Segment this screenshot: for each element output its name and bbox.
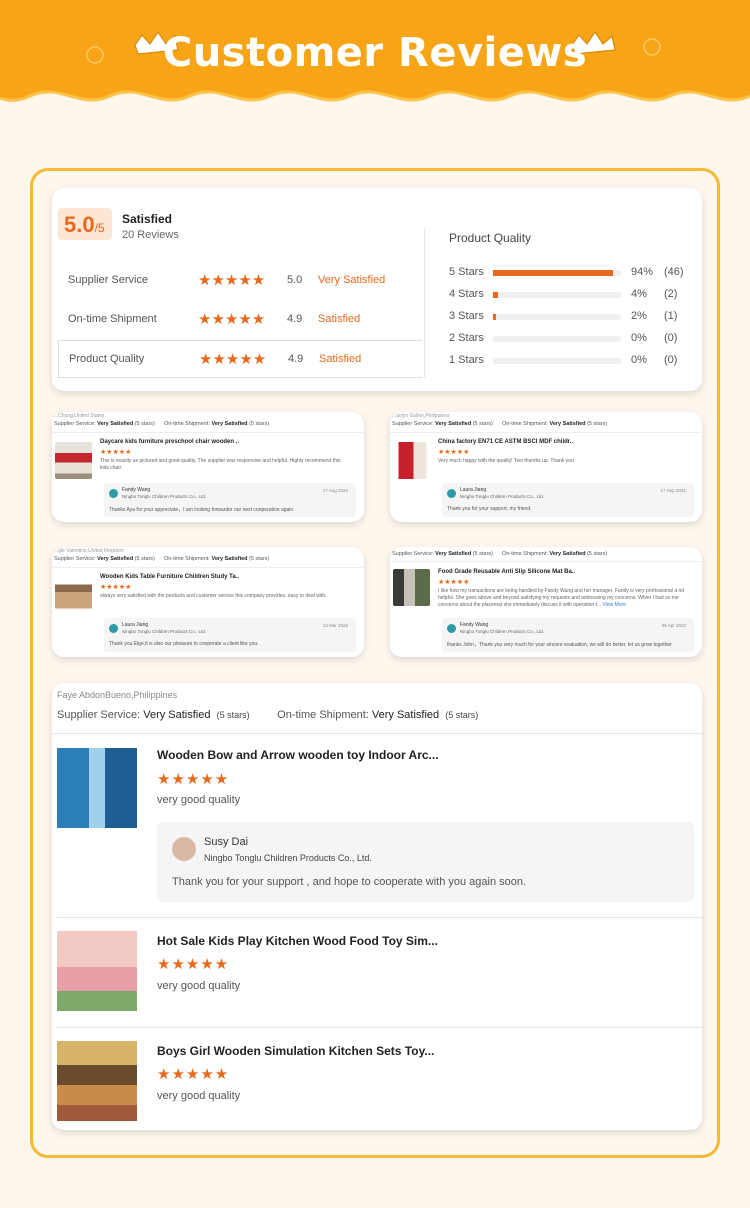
- review-text: always very satisfied with the products …: [100, 593, 327, 599]
- service-ratings: Supplier Service: Very Satisfied (5 star…: [57, 709, 479, 721]
- star-rating-icons: ★★★★★: [100, 584, 132, 591]
- star-rating-icons: ★★★★★: [198, 272, 266, 289]
- product-title[interactable]: Hot Sale Kids Play Kitchen Wood Food Toy…: [157, 934, 438, 948]
- supplier-reply: Fandy Wang Ningbo Tonglu Children Produc…: [442, 618, 694, 652]
- review-text: I like how my transactions are being han…: [438, 588, 685, 608]
- supplier-reply: Fandy Wang Ningbo Tonglu Children Produc…: [104, 483, 356, 517]
- star-rating-icons: ★★★★★: [100, 449, 132, 456]
- review-card: ...gle Valentine,United Kingdom Supplier…: [52, 547, 364, 657]
- star-distribution-row: 3 Stars 2% (1): [449, 308, 689, 326]
- product-title[interactable]: Food Grade Reusable Anti Slip Silicone M…: [438, 569, 575, 575]
- star-rating-icons: ★★★★★: [157, 771, 230, 788]
- star-distribution-row: 4 Stars 4% (2): [449, 286, 689, 304]
- product-thumbnail[interactable]: [57, 931, 137, 1011]
- product-thumbnail[interactable]: [393, 442, 430, 479]
- avatar: [447, 489, 456, 498]
- percent-bar-fill: [493, 314, 496, 320]
- star-rating-icons: ★★★★★: [438, 449, 470, 456]
- product-title[interactable]: Boys Girl Wooden Simulation Kitchen Sets…: [157, 1044, 434, 1058]
- review-text: very good quality: [157, 980, 241, 992]
- percent-bar-fill: [493, 270, 614, 276]
- product-thumbnail[interactable]: [57, 1041, 137, 1121]
- percent-label: 94%: [631, 266, 654, 278]
- overall-score: 5.0/5: [58, 208, 112, 240]
- star-level-label: 5 Stars: [449, 266, 484, 278]
- star-distribution-row: 5 Stars 94% (46): [449, 264, 689, 282]
- quality-breakdown-title: Product Quality: [449, 231, 532, 245]
- percent-bar: [493, 358, 621, 364]
- reviewer-location: Faye AbdonBueno,Philippines: [57, 690, 178, 700]
- review-card: ...aolyn Gullen,Philippines Supplier Ser…: [390, 412, 702, 522]
- product-thumbnail[interactable]: [57, 748, 137, 828]
- percent-bar-fill: [493, 292, 499, 298]
- product-title[interactable]: Wooden Bow and Arrow wooden toy Indoor A…: [157, 748, 439, 762]
- review-text: very good quality: [157, 1090, 241, 1102]
- product-title[interactable]: Wooden Kids Table Furniture Children Stu…: [100, 574, 239, 580]
- rating-row-product-quality[interactable]: Product Quality ★★★★★ 4.9 Satisfied: [58, 340, 422, 378]
- supplier-reply: Laura Jiang Ningbo Tonglu Children Produ…: [442, 483, 694, 517]
- star-rating-icons: ★★★★★: [157, 956, 230, 973]
- percent-label: 4%: [631, 288, 647, 300]
- review-text: This is exactly as pictured and good qua…: [100, 458, 341, 471]
- review-card: Supplier Service: Very Satisfied (5 star…: [390, 547, 702, 657]
- star-level-label: 4 Stars: [449, 288, 484, 300]
- product-thumbnail[interactable]: [55, 577, 92, 614]
- review-text: very good quality: [157, 794, 241, 806]
- product-title[interactable]: China factory EN71 CE ASTM BSCI MDF chil…: [438, 439, 573, 445]
- review-card: ...Chung,United States Supplier Service:…: [52, 412, 364, 522]
- product-title[interactable]: Daycare kids furniture preschool chair w…: [100, 439, 239, 445]
- rating-row-on-time-shipment: On-time Shipment ★★★★★ 4.9 Satisfied: [68, 311, 361, 328]
- count-label: (0): [664, 332, 678, 344]
- supplier-reply: Susy Dai Ningbo Tonglu Children Products…: [157, 822, 694, 902]
- star-level-label: 2 Stars: [449, 332, 484, 344]
- review-count: 20 Reviews: [122, 229, 179, 241]
- avatar: [447, 624, 456, 633]
- supplier-reply: Laura Jiang Ningbo Tonglu Children Produ…: [104, 618, 356, 652]
- avatar: [109, 489, 118, 498]
- percent-bar: [493, 336, 621, 342]
- rating-summary-card: 5.0/5 Satisfied 20 Reviews Supplier Serv…: [52, 188, 702, 391]
- product-thumbnail[interactable]: [393, 569, 430, 606]
- review-card-expanded: Faye AbdonBueno,Philippines Supplier Ser…: [52, 683, 702, 1130]
- percent-bar: [493, 314, 621, 320]
- avatar: [109, 624, 118, 633]
- count-label: (1): [664, 310, 678, 322]
- count-label: (2): [664, 288, 678, 300]
- count-label: (0): [664, 354, 678, 366]
- star-distribution-row: 2 Stars 0% (0): [449, 330, 689, 348]
- rating-row-supplier-service: Supplier Service ★★★★★ 5.0 Very Satisfie…: [68, 272, 386, 289]
- percent-label: 0%: [631, 354, 647, 366]
- count-label: (46): [664, 266, 684, 278]
- percent-label: 0%: [631, 332, 647, 344]
- product-thumbnail[interactable]: [55, 442, 92, 479]
- star-rating-icons: ★★★★★: [438, 579, 470, 586]
- percent-label: 2%: [631, 310, 647, 322]
- star-rating-icons: ★★★★★: [157, 1066, 230, 1083]
- percent-bar: [493, 292, 621, 298]
- percent-bar: [493, 270, 621, 276]
- star-level-label: 1 Stars: [449, 354, 484, 366]
- satisfaction-label: Satisfied: [122, 212, 173, 226]
- star-level-label: 3 Stars: [449, 310, 484, 322]
- page-title: Customer Reviews: [162, 30, 588, 76]
- star-distribution-row: 1 Stars 0% (0): [449, 352, 689, 370]
- avatar: [172, 837, 196, 861]
- star-rating-icons: ★★★★★: [198, 311, 266, 328]
- header-banner: Customer Reviews: [0, 0, 750, 125]
- view-more-link[interactable]: View More: [603, 602, 627, 608]
- star-rating-icons: ★★★★★: [199, 351, 267, 368]
- divider: [424, 228, 425, 378]
- review-text: Very much happy with the quality! Two th…: [438, 458, 574, 464]
